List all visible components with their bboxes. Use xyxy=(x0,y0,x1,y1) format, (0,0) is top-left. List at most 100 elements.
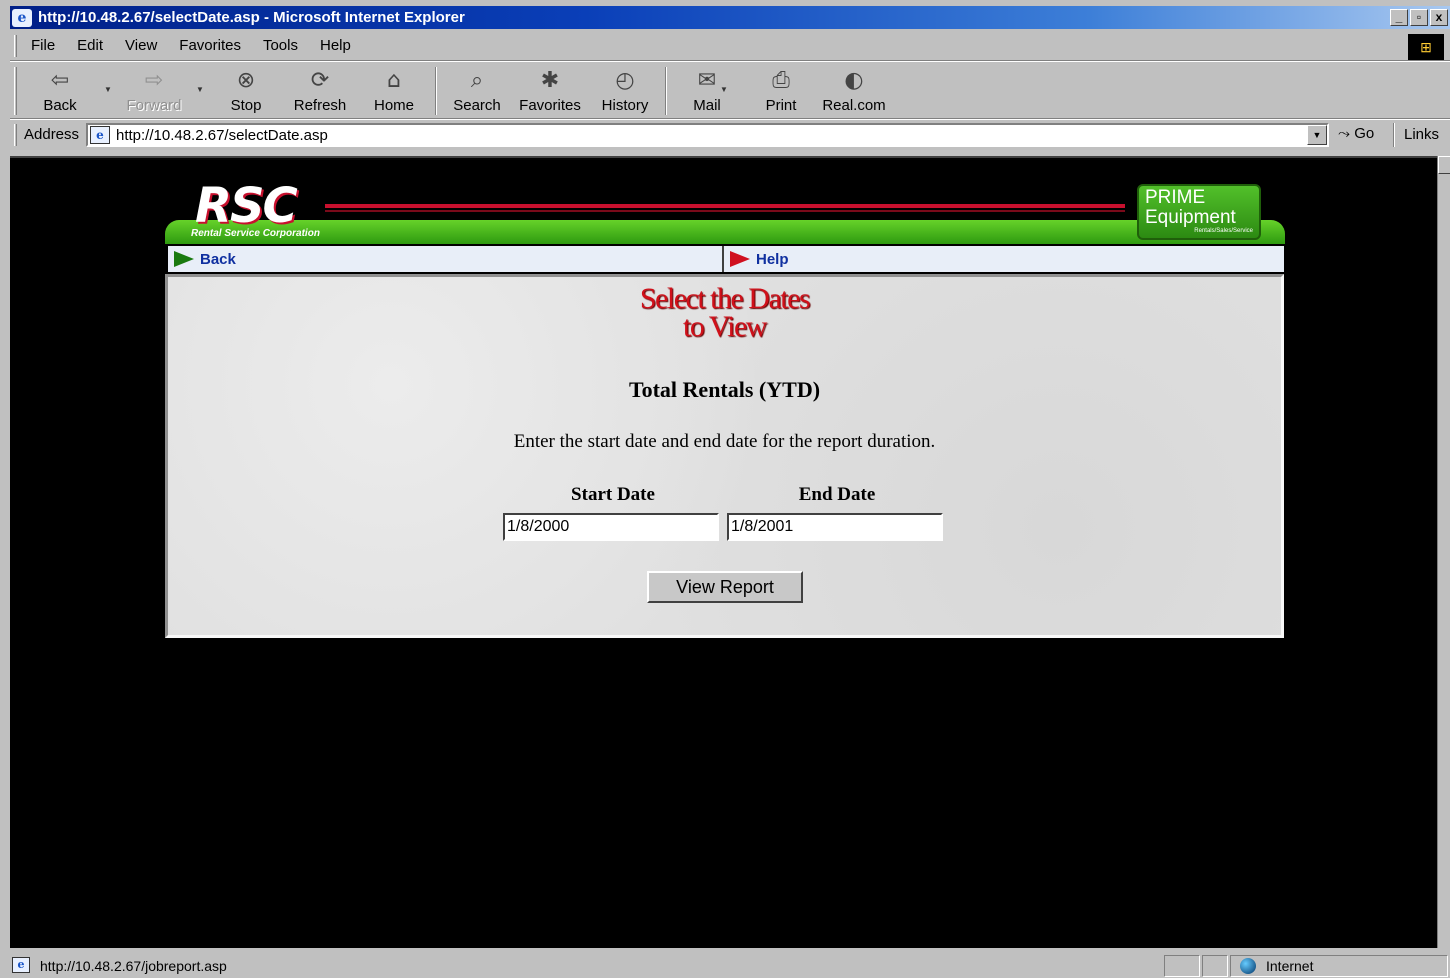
banner-red-stripe xyxy=(325,204,1125,208)
date-form-panel: Select the Dates to View Total Rentals (… xyxy=(165,274,1284,638)
page-heading: Select the Dates to View xyxy=(168,282,1281,343)
nav-back-label: Back xyxy=(200,250,236,268)
home-button[interactable]: ⌂ Home xyxy=(362,67,426,114)
close-button[interactable]: x xyxy=(1430,9,1448,26)
instructions-text: Enter the start date and end date for th… xyxy=(513,431,936,452)
green-arrow-icon xyxy=(174,251,194,267)
favorites-folder-icon: ✱ xyxy=(540,68,560,93)
page-heading-line2: to View xyxy=(683,310,767,343)
status-zone-pane xyxy=(1230,955,1448,977)
links-button[interactable]: Links xyxy=(1404,126,1439,143)
back-arrow-icon: ⇦ xyxy=(50,68,70,93)
report-title: Total Rentals (YTD) xyxy=(628,377,821,402)
realcom-label: Real.com xyxy=(822,97,886,114)
page-nav-bar: Back Help xyxy=(168,246,1284,272)
status-text: http://10.48.2.67/jobreport.asp xyxy=(40,958,227,974)
title-bar: e http://10.48.2.67/selectDate.asp - Mic… xyxy=(10,6,1450,29)
menu-edit[interactable]: Edit xyxy=(66,37,114,54)
go-label: Go xyxy=(1354,125,1375,142)
window-title: http://10.48.2.67/selectDate.asp - Micro… xyxy=(38,9,465,26)
browser-window: e http://10.48.2.67/selectDate.asp - Mic… xyxy=(0,0,1450,978)
addressbar-grip[interactable] xyxy=(14,124,17,146)
window-controls: _ ▫ x xyxy=(1390,9,1448,26)
status-bar: e http://10.48.2.67/jobreport.asp Intern… xyxy=(10,953,1450,978)
stop-icon: ⊗ xyxy=(236,68,256,93)
page-heading-line1: Select the Dates xyxy=(639,282,811,315)
links-separator xyxy=(1393,123,1395,147)
back-label: Back xyxy=(43,97,77,114)
back-button[interactable]: ⇦ Back xyxy=(28,67,92,114)
address-input[interactable]: e http://10.48.2.67/selectDate.asp ▼ xyxy=(86,123,1329,147)
forward-button[interactable]: ⇨ Forward xyxy=(122,67,186,114)
refresh-label: Refresh xyxy=(293,97,347,114)
maximize-button[interactable]: ▫ xyxy=(1410,9,1428,26)
nav-help-link[interactable]: Help xyxy=(724,246,1282,272)
toolbar-grip[interactable] xyxy=(14,67,17,115)
start-date-input[interactable] xyxy=(503,513,719,541)
banner-red-stripe-shadow xyxy=(325,210,1125,212)
go-arrow-icon: ⤳ xyxy=(1338,125,1351,142)
site-banner: RSC Rental Service Corporation PRIME Equ… xyxy=(165,178,1285,244)
refresh-icon: ⟳ xyxy=(310,68,330,93)
minimize-button[interactable]: _ xyxy=(1390,9,1408,26)
home-label: Home xyxy=(373,97,414,114)
print-label: Print xyxy=(765,97,797,114)
windows-logo-icon: ⊞ xyxy=(1408,34,1444,60)
realcom-icon: ◐ xyxy=(844,68,864,93)
prime-logo-line2: Equipment xyxy=(1145,207,1236,228)
favorites-label: Favorites xyxy=(519,97,581,114)
mail-label: Mail xyxy=(693,97,721,114)
stop-label: Stop xyxy=(230,97,262,114)
status-pane xyxy=(1164,955,1200,977)
address-dropdown-icon[interactable]: ▼ xyxy=(1307,125,1327,145)
go-button[interactable]: ⤳ Go xyxy=(1338,125,1374,142)
refresh-button[interactable]: ⟳ Refresh xyxy=(288,67,352,114)
menu-tools[interactable]: Tools xyxy=(252,37,309,54)
history-button[interactable]: ◴ History xyxy=(593,67,657,114)
menu-file[interactable]: File xyxy=(20,37,66,54)
forward-dropdown-icon[interactable]: ▼ xyxy=(196,85,204,94)
status-pane xyxy=(1202,955,1228,977)
end-date-label: End Date xyxy=(798,484,876,505)
printer-icon: ⎙ xyxy=(772,68,790,93)
address-url[interactable]: http://10.48.2.67/selectDate.asp xyxy=(116,127,328,144)
end-date-input[interactable] xyxy=(727,513,943,541)
history-icon: ◴ xyxy=(615,68,635,93)
search-label: Search xyxy=(453,97,501,114)
search-button[interactable]: ⌕ Search xyxy=(445,67,509,114)
print-button[interactable]: ⎙ Print xyxy=(749,67,813,114)
back-dropdown-icon[interactable]: ▼ xyxy=(104,85,112,94)
toolbar-separator xyxy=(665,67,667,115)
prime-equipment-logo[interactable]: PRIME Equipment Rentals/Sales/Service xyxy=(1137,184,1261,240)
history-label: History xyxy=(601,97,649,114)
nav-back-link[interactable]: Back xyxy=(168,246,724,272)
realcom-button[interactable]: ◐ Real.com xyxy=(822,67,886,114)
status-page-icon: e xyxy=(12,957,30,973)
standard-toolbar: ⇦ Back ▼ ⇨ Forward ▼ ⊗ Stop ⟳ Refresh ⌂ … xyxy=(10,63,1450,119)
red-arrow-icon xyxy=(730,251,750,267)
vertical-scrollbar[interactable] xyxy=(1437,156,1450,948)
menu-help[interactable]: Help xyxy=(309,37,362,54)
stop-button[interactable]: ⊗ Stop xyxy=(214,67,278,114)
home-icon: ⌂ xyxy=(387,68,401,93)
menu-favorites[interactable]: Favorites xyxy=(168,37,252,54)
scroll-up-button[interactable] xyxy=(1438,156,1450,174)
menubar-grip[interactable] xyxy=(14,35,17,57)
banner-green-bar xyxy=(165,220,1285,244)
status-zone: Internet xyxy=(1266,958,1314,974)
view-report-button[interactable]: View Report xyxy=(647,571,803,603)
mail-button[interactable]: ✉ Mail xyxy=(675,67,739,114)
toolbar-separator xyxy=(435,67,437,115)
forward-arrow-icon: ⇨ xyxy=(144,68,164,93)
address-label: Address xyxy=(24,126,80,143)
prime-logo-line1: PRIME xyxy=(1145,187,1206,208)
nav-help-label: Help xyxy=(756,250,789,268)
favorites-button[interactable]: ✱ Favorites xyxy=(518,67,582,114)
menu-bar: File Edit View Favorites Tools Help ⊞ xyxy=(10,31,1450,61)
prime-logo-tagline: Rentals/Sales/Service xyxy=(1194,228,1253,234)
mail-dropdown-icon[interactable]: ▼ xyxy=(720,85,728,94)
rsc-logo[interactable]: RSC xyxy=(195,178,298,234)
page-content: RSC Rental Service Corporation PRIME Equ… xyxy=(10,156,1437,948)
menu-view[interactable]: View xyxy=(114,37,168,54)
forward-label: Forward xyxy=(126,97,182,114)
